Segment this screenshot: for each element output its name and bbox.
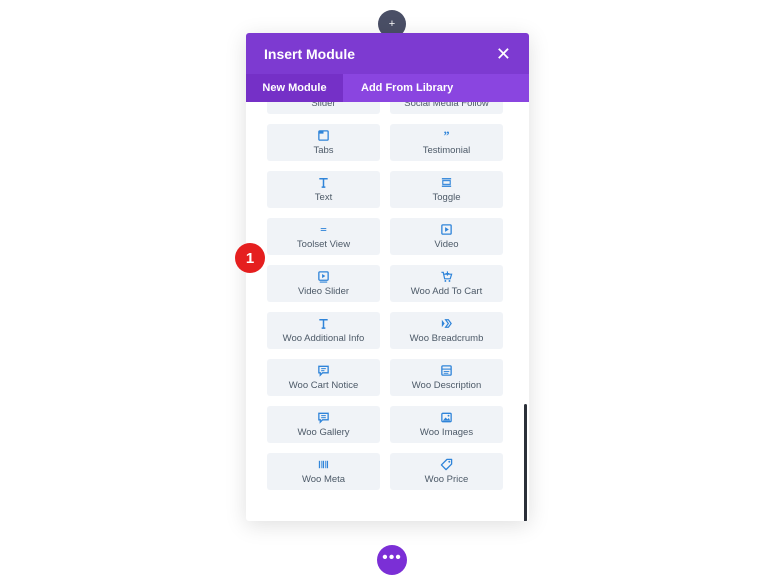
module-list: Slider Social Media Follow Tabs ” Testimonia… [246, 102, 529, 521]
text-icon [317, 176, 330, 189]
toggle-icon [440, 176, 453, 189]
module-label: Woo Gallery [297, 427, 350, 438]
module-label: Toggle [432, 192, 461, 203]
module-label: Woo Additional Info [282, 333, 365, 344]
module-label: Woo Description [411, 380, 482, 391]
module-social-media-follow[interactable]: Social Media Follow [390, 102, 503, 114]
notice-icon [317, 364, 330, 377]
video-slider-icon [317, 270, 330, 283]
module-testimonial[interactable]: ” Testimonial [390, 124, 503, 161]
add-icon: + [388, 18, 396, 30]
insert-module-modal: Insert Module ✕ New Module Add From Libr… [246, 33, 529, 521]
module-woo-images[interactable]: Woo Images [390, 406, 503, 443]
dots-icon: ••• [382, 549, 402, 566]
gallery-icon [317, 411, 330, 424]
module-label: Woo Price [424, 474, 469, 485]
module-label: Woo Meta [301, 474, 346, 485]
scrollbar[interactable] [524, 404, 527, 521]
module-label: Woo Breadcrumb [409, 333, 484, 344]
modal-title: Insert Module [264, 45, 356, 62]
module-label: Video [434, 239, 459, 250]
module-text[interactable]: Text [267, 171, 380, 208]
module-woo-add-to-cart[interactable]: Woo Add To Cart [390, 265, 503, 302]
module-toolset-view[interactable]: Toolset View [267, 218, 380, 255]
images-icon [440, 411, 453, 424]
svg-text:”: ” [443, 129, 449, 142]
module-woo-cart-notice[interactable]: Woo Cart Notice [267, 359, 380, 396]
module-video-slider[interactable]: Video Slider [267, 265, 380, 302]
play-icon [440, 223, 453, 236]
modal-tabs: New Module Add From Library [246, 74, 529, 102]
module-label: Toolset View [296, 239, 351, 250]
module-label: Woo Images [419, 427, 474, 438]
modal-header: Insert Module ✕ [246, 33, 529, 74]
module-woo-meta[interactable]: Woo Meta [267, 453, 380, 490]
module-woo-breadcrumb[interactable]: Woo Breadcrumb [390, 312, 503, 349]
module-toggle[interactable]: Toggle [390, 171, 503, 208]
module-label: Slider [311, 102, 336, 109]
module-label: Text [314, 192, 333, 203]
module-label: Testimonial [422, 145, 471, 156]
tab-add-from-library[interactable]: Add From Library [343, 74, 471, 102]
step-marker: 1 [235, 243, 265, 273]
module-label: Woo Add To Cart [410, 286, 483, 297]
module-label: Tabs [313, 145, 334, 156]
module-video[interactable]: Video [390, 218, 503, 255]
module-slider[interactable]: Slider [267, 102, 380, 114]
toolset-icon [317, 223, 330, 236]
breadcrumb-icon [440, 317, 453, 330]
module-tabs[interactable]: Tabs [267, 124, 380, 161]
module-label: Video Slider [297, 286, 350, 297]
module-grid: Slider Social Media Follow Tabs ” Testimonia… [267, 102, 503, 490]
more-options-button[interactable]: ••• [377, 545, 407, 575]
barcode-icon [317, 458, 330, 471]
cart-add-icon [440, 270, 453, 283]
module-woo-description[interactable]: Woo Description [390, 359, 503, 396]
module-label: Social Media Follow [404, 102, 489, 109]
tabs-icon [317, 129, 330, 142]
text-icon [317, 317, 330, 330]
description-icon [440, 364, 453, 377]
price-tag-icon [440, 458, 453, 471]
close-icon[interactable]: ✕ [496, 45, 511, 63]
tab-new-module[interactable]: New Module [246, 74, 343, 102]
quote-icon: ” [440, 129, 453, 142]
module-label: Woo Cart Notice [288, 380, 359, 391]
module-woo-price[interactable]: Woo Price [390, 453, 503, 490]
module-woo-gallery[interactable]: Woo Gallery [267, 406, 380, 443]
module-woo-additional-info[interactable]: Woo Additional Info [267, 312, 380, 349]
